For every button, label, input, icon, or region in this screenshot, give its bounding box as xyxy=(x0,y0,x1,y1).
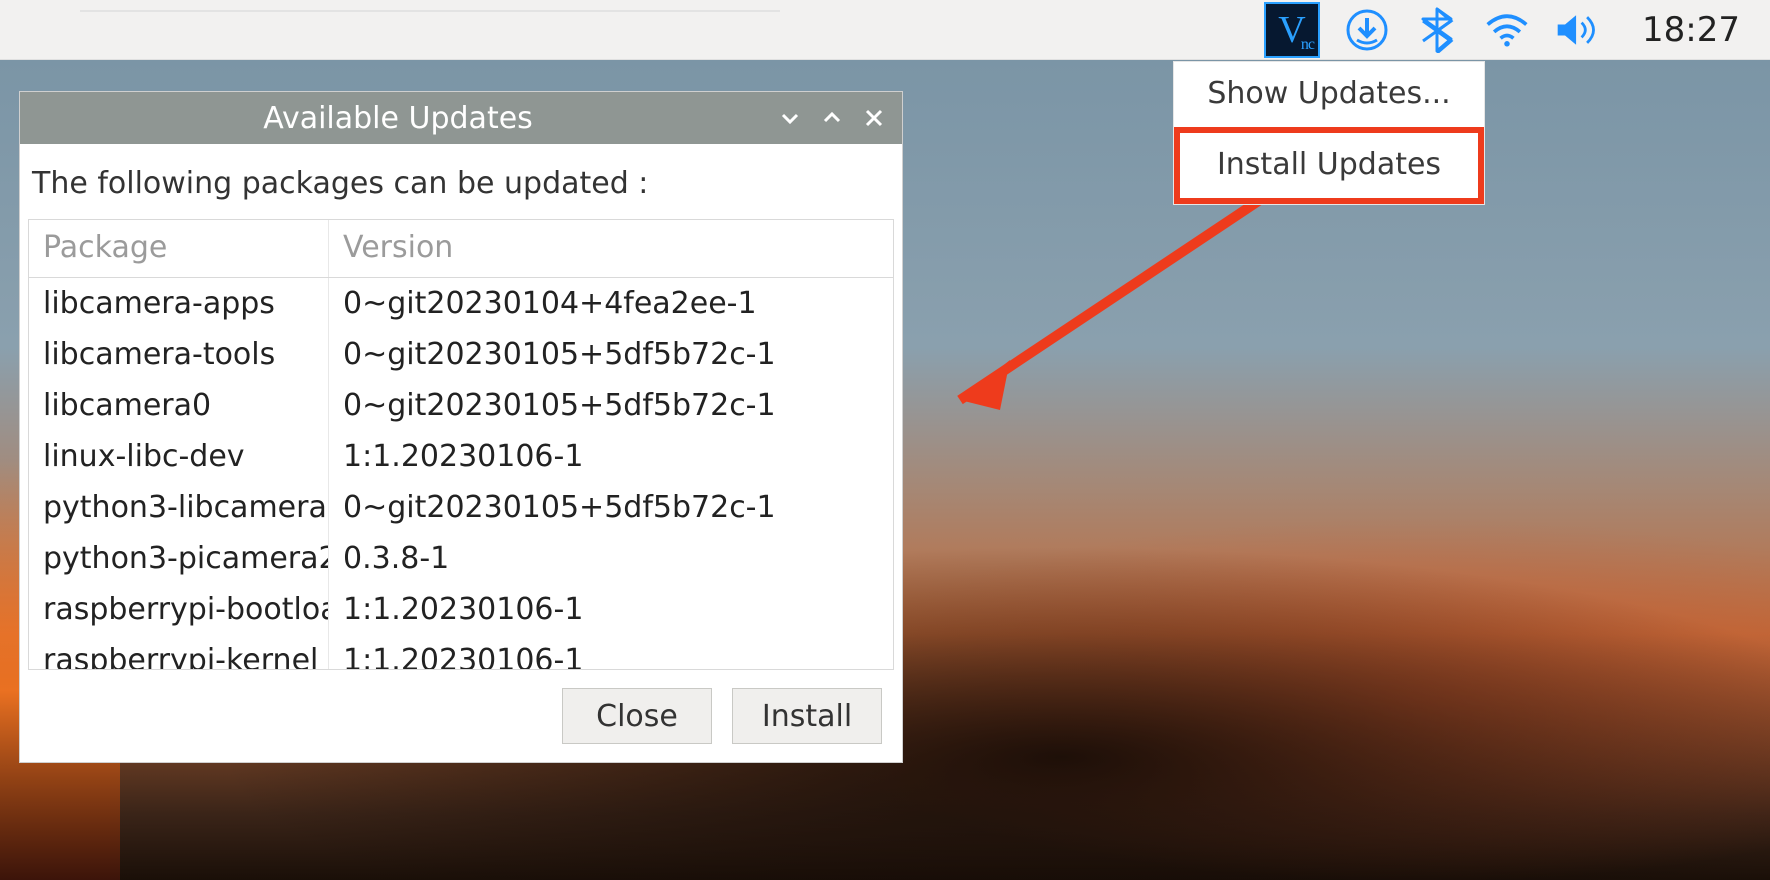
table-row[interactable]: python3-libcamera0~git20230105+5df5b72c-… xyxy=(29,482,893,533)
taskbar-left-placeholder xyxy=(80,0,780,12)
cell-package: libcamera-apps xyxy=(29,278,329,329)
cell-version: 1:1.20230106-1 xyxy=(329,584,893,635)
wifi-icon[interactable] xyxy=(1484,7,1530,53)
table-row[interactable]: libcamera00~git20230105+5df5b72c-1 xyxy=(29,380,893,431)
cell-package: libcamera0 xyxy=(29,380,329,431)
table-row[interactable]: libcamera-tools0~git20230105+5df5b72c-1 xyxy=(29,329,893,380)
cell-version: 0~git20230104+4fea2ee-1 xyxy=(329,278,893,329)
col-header-package[interactable]: Package xyxy=(29,220,329,277)
table-row[interactable]: linux-libc-dev1:1.20230106-1 xyxy=(29,431,893,482)
vnc-icon[interactable]: Vnc xyxy=(1264,2,1320,58)
table-row[interactable]: raspberrypi-bootloader1:1.20230106-1 xyxy=(29,584,893,635)
available-updates-dialog: Available Updates The following packages… xyxy=(20,92,902,762)
window-minimize-button[interactable] xyxy=(776,104,804,132)
table-row[interactable]: python3-picamera20.3.8-1 xyxy=(29,533,893,584)
menu-install-updates[interactable]: Install Updates xyxy=(1174,127,1484,204)
clock[interactable]: 18:27 xyxy=(1642,10,1740,50)
table-row[interactable]: raspberrypi-kernel1:1.20230106-1 xyxy=(29,635,893,670)
cell-package: raspberrypi-bootloader xyxy=(29,584,329,635)
cell-package: python3-picamera2 xyxy=(29,533,329,584)
dialog-titlebar[interactable]: Available Updates xyxy=(20,92,902,144)
updates-dropdown: Show Updates... Install Updates xyxy=(1174,62,1484,204)
cell-version: 0~git20230105+5df5b72c-1 xyxy=(329,329,893,380)
cell-version: 1:1.20230106-1 xyxy=(329,431,893,482)
cell-package: python3-libcamera xyxy=(29,482,329,533)
cell-version: 1:1.20230106-1 xyxy=(329,635,893,670)
cell-package: raspberrypi-kernel xyxy=(29,635,329,670)
window-maximize-button[interactable] xyxy=(818,104,846,132)
cell-version: 0~git20230105+5df5b72c-1 xyxy=(329,482,893,533)
cell-package: linux-libc-dev xyxy=(29,431,329,482)
table-header: Package Version xyxy=(29,220,893,278)
menu-show-updates[interactable]: Show Updates... xyxy=(1174,62,1484,127)
dialog-title: Available Updates xyxy=(34,101,762,136)
updates-tray-icon[interactable] xyxy=(1344,7,1390,53)
col-header-version[interactable]: Version xyxy=(329,220,893,277)
dialog-button-row: Close Install xyxy=(20,670,902,762)
cell-package: libcamera-tools xyxy=(29,329,329,380)
volume-icon[interactable] xyxy=(1554,7,1600,53)
taskbar: Vnc 18:27 xyxy=(0,0,1770,60)
window-close-button[interactable] xyxy=(860,104,888,132)
cell-version: 0.3.8-1 xyxy=(329,533,893,584)
install-button[interactable]: Install xyxy=(732,688,882,744)
dialog-intro-text: The following packages can be updated : xyxy=(20,144,902,219)
close-button[interactable]: Close xyxy=(562,688,712,744)
cell-version: 0~git20230105+5df5b72c-1 xyxy=(329,380,893,431)
updates-table: Package Version libcamera-apps0~git20230… xyxy=(28,219,894,670)
bluetooth-icon[interactable] xyxy=(1414,7,1460,53)
table-row[interactable]: libcamera-apps0~git20230104+4fea2ee-1 xyxy=(29,278,893,329)
